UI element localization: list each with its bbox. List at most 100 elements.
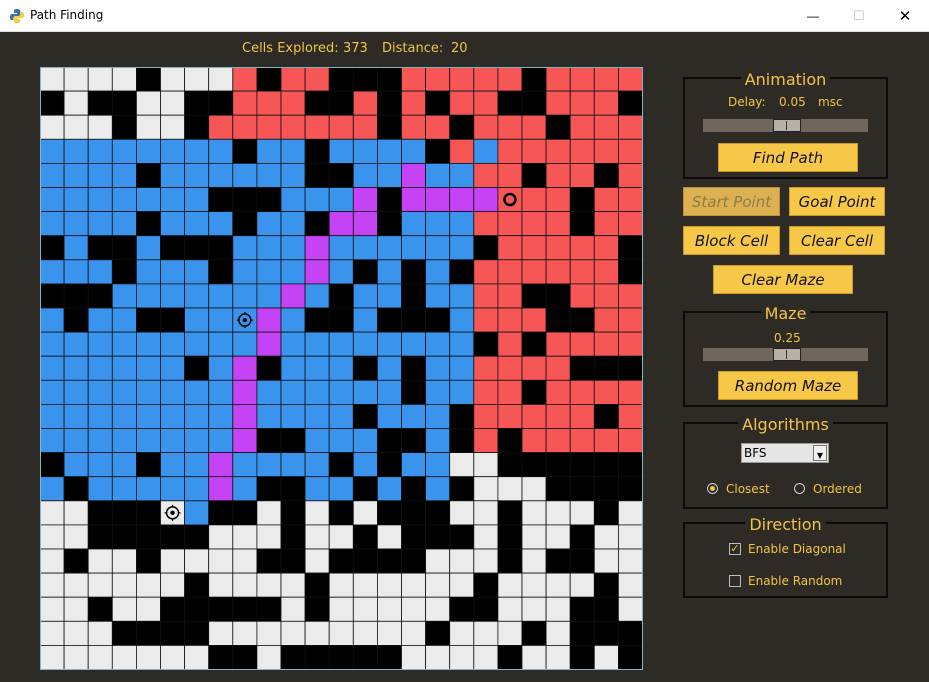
explored-cell[interactable] bbox=[111, 403, 137, 429]
free-cell[interactable] bbox=[569, 500, 595, 526]
free-cell[interactable] bbox=[304, 620, 330, 646]
explored-cell[interactable] bbox=[497, 138, 523, 164]
wall-cell[interactable] bbox=[401, 283, 427, 309]
explored-cell[interactable] bbox=[569, 163, 595, 188]
explored-cell[interactable] bbox=[497, 379, 523, 405]
wall-cell[interactable] bbox=[184, 620, 210, 646]
path-cell[interactable] bbox=[280, 283, 306, 309]
free-cell[interactable] bbox=[280, 572, 306, 598]
explored-cell[interactable] bbox=[618, 211, 643, 237]
explored-cell[interactable] bbox=[208, 379, 234, 405]
free-cell[interactable] bbox=[256, 620, 282, 646]
path-cell[interactable] bbox=[328, 211, 354, 237]
free-cell[interactable] bbox=[136, 114, 161, 140]
wall-cell[interactable] bbox=[425, 524, 451, 550]
explored-cell[interactable] bbox=[473, 138, 499, 164]
explored-cell[interactable] bbox=[304, 403, 330, 429]
free-cell[interactable] bbox=[63, 596, 89, 622]
delay-slider-thumb[interactable] bbox=[773, 119, 801, 132]
explored-cell[interactable] bbox=[184, 452, 210, 478]
wall-cell[interactable] bbox=[63, 307, 89, 333]
free-cell[interactable] bbox=[136, 645, 161, 670]
explored-cell[interactable] bbox=[425, 163, 451, 188]
free-cell[interactable] bbox=[63, 620, 89, 646]
explored-cell[interactable] bbox=[376, 355, 402, 381]
explored-cell[interactable] bbox=[40, 379, 65, 405]
free-cell[interactable] bbox=[521, 476, 547, 502]
wall-cell[interactable] bbox=[160, 235, 186, 261]
free-cell[interactable] bbox=[40, 67, 65, 92]
explored-cell[interactable] bbox=[208, 283, 234, 309]
wall-cell[interactable] bbox=[376, 548, 402, 574]
explored-cell[interactable] bbox=[184, 259, 210, 285]
wall-cell[interactable] bbox=[111, 259, 137, 285]
wall-cell[interactable] bbox=[304, 645, 330, 670]
explored-cell[interactable] bbox=[280, 67, 306, 92]
explored-cell[interactable] bbox=[136, 235, 161, 261]
chevron-down-icon[interactable]: ▼ bbox=[813, 445, 827, 461]
wall-cell[interactable] bbox=[593, 403, 619, 429]
explored-cell[interactable] bbox=[425, 235, 451, 261]
explored-cell[interactable] bbox=[401, 114, 427, 140]
explored-cell[interactable] bbox=[497, 355, 523, 381]
wall-cell[interactable] bbox=[473, 596, 499, 622]
free-cell[interactable] bbox=[449, 620, 475, 646]
explored-cell[interactable] bbox=[111, 211, 137, 237]
explored-cell[interactable] bbox=[593, 283, 619, 309]
wall-cell[interactable] bbox=[328, 283, 354, 309]
wall-cell[interactable] bbox=[87, 283, 113, 309]
explored-cell[interactable] bbox=[304, 355, 330, 381]
wall-cell[interactable] bbox=[111, 524, 137, 550]
explored-cell[interactable] bbox=[521, 114, 547, 140]
wall-cell[interactable] bbox=[425, 138, 451, 164]
wall-cell[interactable] bbox=[497, 452, 523, 478]
explored-cell[interactable] bbox=[497, 211, 523, 237]
wall-cell[interactable] bbox=[569, 620, 595, 646]
explored-cell[interactable] bbox=[87, 187, 113, 213]
wall-cell[interactable] bbox=[376, 452, 402, 478]
free-cell[interactable] bbox=[111, 645, 137, 670]
wall-cell[interactable] bbox=[136, 307, 161, 333]
explored-cell[interactable] bbox=[593, 379, 619, 405]
free-cell[interactable] bbox=[569, 572, 595, 598]
explored-cell[interactable] bbox=[618, 67, 643, 92]
wall-cell[interactable] bbox=[521, 283, 547, 309]
free-cell[interactable] bbox=[232, 524, 258, 550]
wall-cell[interactable] bbox=[40, 235, 65, 261]
wall-cell[interactable] bbox=[256, 548, 282, 574]
clear-maze-button[interactable]: Clear Maze bbox=[713, 265, 853, 294]
explored-cell[interactable] bbox=[449, 283, 475, 309]
wall-cell[interactable] bbox=[401, 355, 427, 381]
wall-cell[interactable] bbox=[184, 596, 210, 622]
free-cell[interactable] bbox=[352, 572, 378, 598]
wall-cell[interactable] bbox=[521, 379, 547, 405]
free-cell[interactable] bbox=[87, 67, 113, 92]
wall-cell[interactable] bbox=[497, 428, 523, 454]
wall-cell[interactable] bbox=[111, 114, 137, 140]
explored-cell[interactable] bbox=[160, 187, 186, 213]
free-cell[interactable] bbox=[328, 524, 354, 550]
wall-cell[interactable] bbox=[521, 67, 547, 92]
wall-cell[interactable] bbox=[401, 548, 427, 574]
wall-cell[interactable] bbox=[618, 235, 643, 261]
wall-cell[interactable] bbox=[593, 572, 619, 598]
explored-cell[interactable] bbox=[87, 379, 113, 405]
explored-cell[interactable] bbox=[545, 67, 571, 92]
free-cell[interactable] bbox=[497, 596, 523, 622]
wall-cell[interactable] bbox=[497, 500, 523, 526]
explored-cell[interactable] bbox=[184, 379, 210, 405]
explored-cell[interactable] bbox=[545, 259, 571, 285]
explored-cell[interactable] bbox=[232, 476, 258, 502]
free-cell[interactable] bbox=[449, 645, 475, 670]
free-cell[interactable] bbox=[280, 620, 306, 646]
explored-cell[interactable] bbox=[256, 452, 282, 478]
wall-cell[interactable] bbox=[184, 524, 210, 550]
wall-cell[interactable] bbox=[449, 114, 475, 140]
explored-cell[interactable] bbox=[521, 211, 547, 237]
close-button[interactable]: ✕ bbox=[882, 0, 928, 31]
wall-cell[interactable] bbox=[401, 259, 427, 285]
explored-cell[interactable] bbox=[40, 259, 65, 285]
explored-cell[interactable] bbox=[569, 403, 595, 429]
explored-cell[interactable] bbox=[401, 331, 427, 357]
explored-cell[interactable] bbox=[401, 235, 427, 261]
